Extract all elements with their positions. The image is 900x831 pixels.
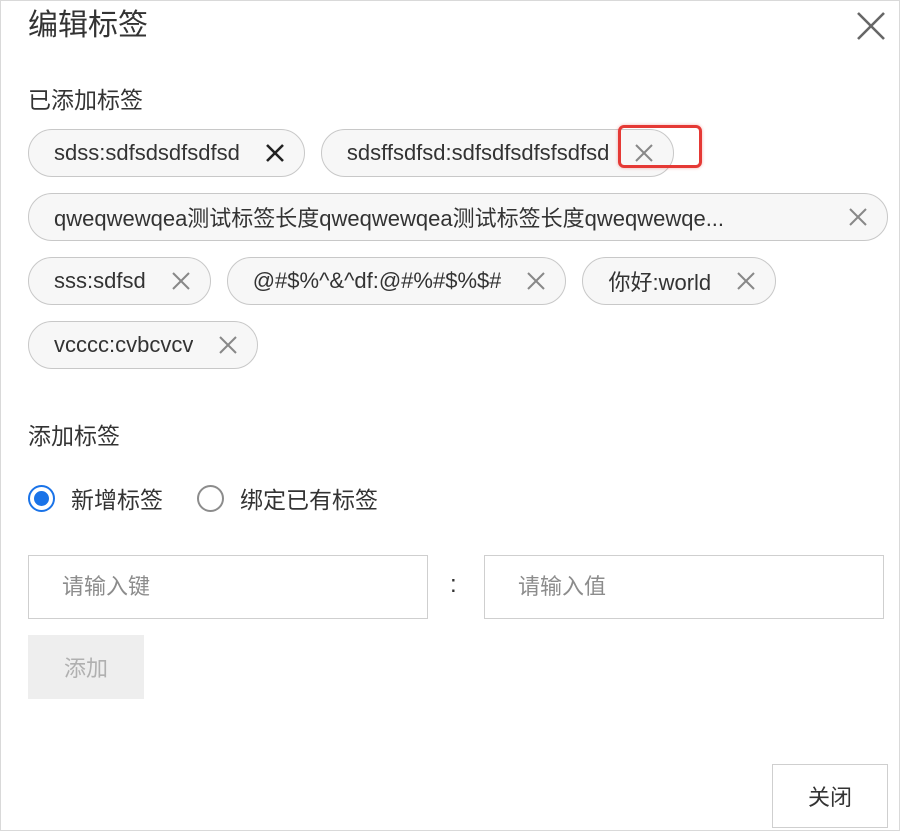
key-value-separator: : <box>450 571 457 598</box>
tag-remove-icon[interactable] <box>618 125 703 168</box>
radio-new-tag-label: 新增标签 <box>71 487 163 513</box>
tag-text: @#$%^&^df:@#%#$%$# <box>252 268 502 293</box>
edit-tags-dialog: 编辑标签 已添加标签 sdss:sdfsdsdfsdfsd sdsffsdfsd… <box>0 0 900 831</box>
radio-bind-existing-tag[interactable]: 绑定已有标签 <box>197 481 378 515</box>
tag-remove-icon[interactable] <box>733 268 759 294</box>
tag-text: vcccc:cvbcvcv <box>54 332 194 357</box>
radio-unchecked-icon[interactable] <box>197 484 224 512</box>
tag-item: @#$%^&^df:@#%#$%$# <box>226 257 567 305</box>
dialog-title: 编辑标签 <box>28 9 148 42</box>
tag-text: sdsffsdfsd:sdfsdfsdfsfsdfsd <box>346 140 610 165</box>
tag-remove-icon[interactable] <box>845 204 871 230</box>
tag-text: 你好:world <box>608 270 712 295</box>
tag-item: sss:sdfsd <box>28 257 211 305</box>
tag-remove-icon[interactable] <box>262 140 288 166</box>
tag-key-input[interactable] <box>28 555 428 619</box>
add-tag-button[interactable]: 添加 <box>28 635 144 699</box>
tag-text: sdss:sdfsdsdfsdfsd <box>54 140 240 165</box>
close-button[interactable]: 关闭 <box>772 764 888 828</box>
radio-new-tag[interactable]: 新增标签 <box>28 481 163 515</box>
tag-item: sdss:sdfsdsdfsdfsd <box>28 129 305 177</box>
tag-remove-icon[interactable] <box>168 268 194 294</box>
added-tags-label: 已添加标签 <box>28 87 143 113</box>
tag-text: qweqwewqea测试标签长度qweqwewqea测试标签长度qweqwewq… <box>54 206 725 231</box>
tag-remove-icon[interactable] <box>523 268 549 294</box>
tag-value-input[interactable] <box>484 555 884 619</box>
tag-text: sss:sdfsd <box>54 268 146 293</box>
tag-mode-radio-group: 新增标签 绑定已有标签 <box>28 481 412 515</box>
tag-item: vcccc:cvbcvcv <box>28 321 259 369</box>
tag-item: sdsffsdfsd:sdfsdfsdfsfsdfsd <box>320 125 703 177</box>
tag-remove-icon[interactable] <box>215 332 241 358</box>
tag-item: 你好:world <box>582 257 777 305</box>
tag-item: qweqwewqea测试标签长度qweqwewqea测试标签长度qweqwewq… <box>28 193 888 241</box>
close-icon[interactable] <box>854 9 888 43</box>
added-tags-list: sdss:sdfsdsdfsdfsd sdsffsdfsd:sdfsdfsdfs… <box>28 125 890 369</box>
radio-bind-existing-label: 绑定已有标签 <box>240 487 378 513</box>
radio-checked-icon[interactable] <box>28 484 55 512</box>
add-tag-label: 添加标签 <box>28 423 120 449</box>
